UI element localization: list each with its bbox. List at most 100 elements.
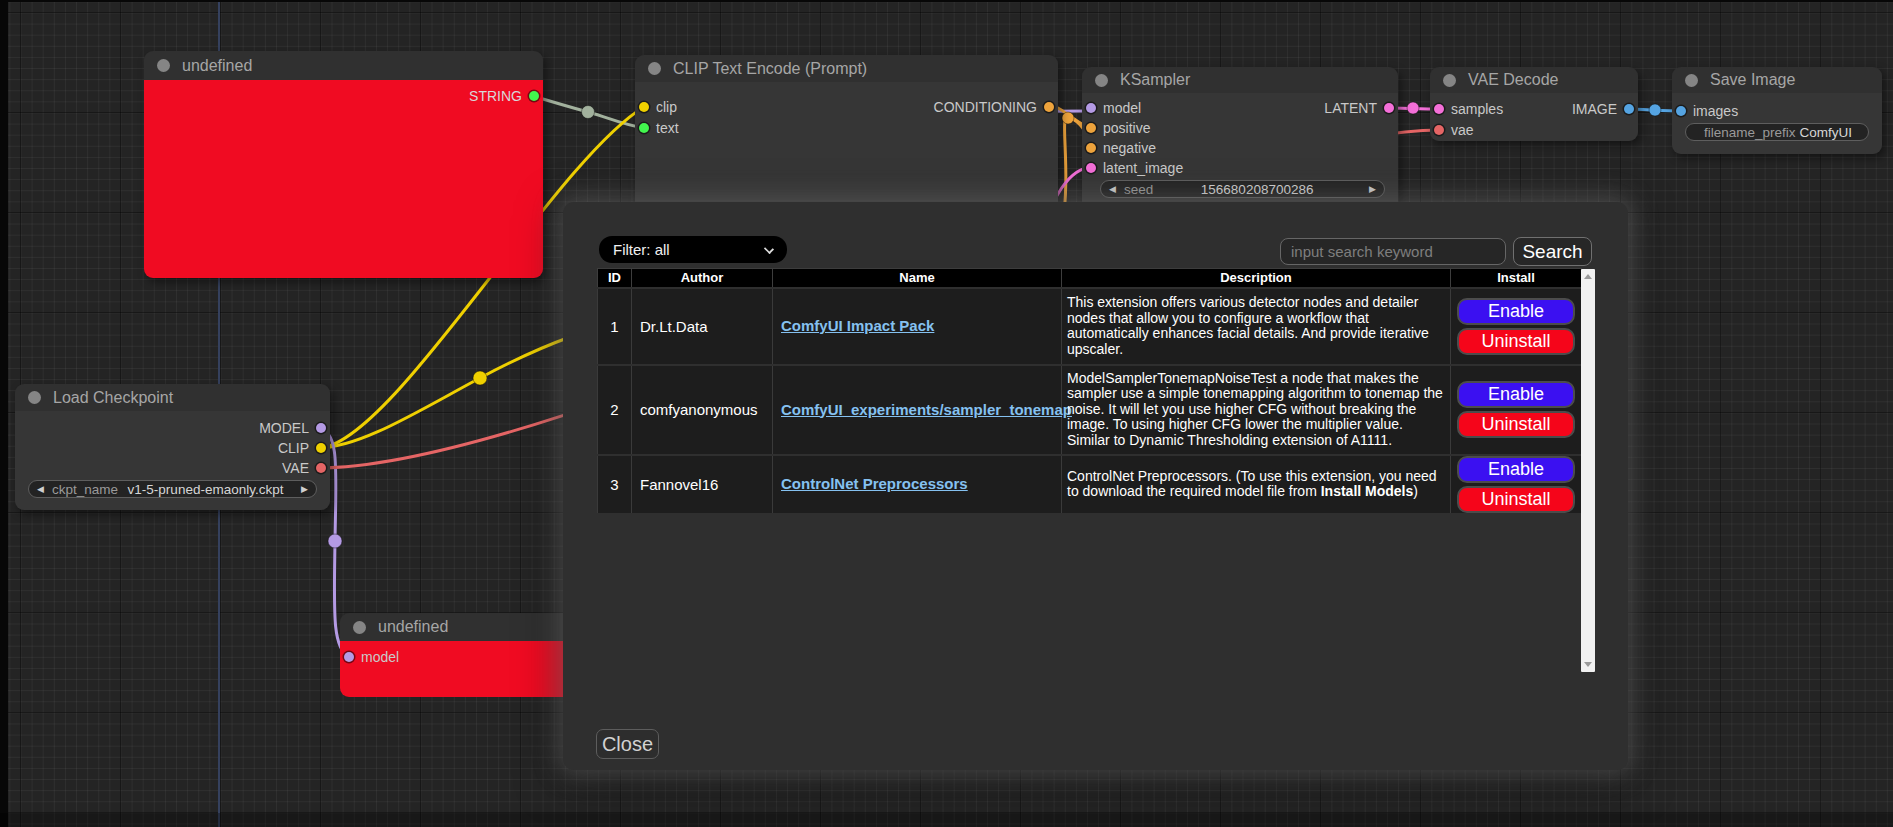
- cell-install: Enable Uninstall: [1451, 455, 1582, 514]
- port-dot[interactable]: [639, 123, 649, 133]
- port-label: VAE: [282, 460, 309, 476]
- enable-button[interactable]: Enable: [1457, 456, 1575, 483]
- output-port-image[interactable]: IMAGE: [1565, 101, 1634, 117]
- port-dot[interactable]: [1086, 143, 1096, 153]
- port-dot[interactable]: [316, 443, 326, 453]
- node-title: CLIP Text Encode (Prompt): [673, 60, 867, 78]
- output-port-model[interactable]: MODEL: [252, 420, 326, 436]
- seed-widget[interactable]: ◀ seed 156680208700286 ▶: [1100, 180, 1385, 198]
- port-dot[interactable]: [1086, 123, 1096, 133]
- port-dot[interactable]: [1676, 106, 1686, 116]
- port-dot[interactable]: [316, 423, 326, 433]
- enable-button[interactable]: Enable: [1457, 381, 1575, 408]
- node-titlebar: Save Image: [1672, 67, 1882, 93]
- port-dot[interactable]: [1434, 125, 1444, 135]
- close-button[interactable]: Close: [596, 729, 659, 759]
- input-port-text[interactable]: text: [639, 120, 686, 136]
- output-port-string[interactable]: STRING: [462, 88, 539, 104]
- cell-author: Fannovel16: [632, 455, 773, 514]
- input-port-vae[interactable]: vae: [1434, 122, 1481, 138]
- widget-value: v1-5-pruned-emaonly.ckpt: [118, 482, 293, 497]
- cell-description: ControlNet Preprocessors. (To use this e…: [1062, 455, 1451, 514]
- reroute-dot-latent: [1407, 102, 1419, 114]
- decrement-arrow-icon[interactable]: ◀: [29, 484, 52, 494]
- reroute-dot-clip: [473, 371, 487, 385]
- increment-arrow-icon[interactable]: ▶: [1361, 184, 1384, 194]
- canvas-bottom-edge: [0, 813, 1893, 827]
- decrement-arrow-icon[interactable]: ◀: [1101, 184, 1124, 194]
- node-collapse-dot[interactable]: [1685, 74, 1698, 87]
- widget-value: ComfyUI: [1796, 125, 1868, 140]
- increment-arrow-icon[interactable]: ▶: [293, 484, 316, 494]
- canvas-left-edge: [0, 0, 8, 827]
- node-load-checkpoint[interactable]: Load Checkpoint MODEL CLIP VAE ◀ ckpt_na…: [15, 384, 330, 510]
- cell-author: Dr.Lt.Data: [632, 288, 773, 365]
- node-collapse-dot[interactable]: [1095, 74, 1108, 87]
- node-undefined-top[interactable]: undefined STRING: [144, 51, 543, 278]
- scroll-up-icon[interactable]: [1584, 274, 1592, 279]
- node-clip-text-encode[interactable]: CLIP Text Encode (Prompt) clip text COND…: [635, 55, 1058, 225]
- port-label: clip: [656, 99, 677, 115]
- node-collapse-dot[interactable]: [157, 59, 170, 72]
- enable-button[interactable]: Enable: [1457, 298, 1575, 325]
- output-port-latent[interactable]: LATENT: [1317, 100, 1394, 116]
- node-title: Save Image: [1710, 71, 1795, 89]
- input-port-model[interactable]: model: [344, 649, 406, 665]
- port-dot[interactable]: [1044, 102, 1054, 112]
- port-dot[interactable]: [1086, 163, 1096, 173]
- port-label: negative: [1103, 140, 1156, 156]
- port-label: STRING: [469, 88, 522, 104]
- filename-prefix-widget[interactable]: filename_prefix ComfyUI: [1685, 123, 1869, 141]
- node-collapse-dot[interactable]: [28, 391, 41, 404]
- port-label: CONDITIONING: [934, 99, 1037, 115]
- header-description: Description: [1062, 269, 1451, 288]
- output-port-vae[interactable]: VAE: [275, 460, 326, 476]
- input-port-images[interactable]: images: [1676, 103, 1745, 119]
- node-save-image[interactable]: Save Image images filename_prefix ComfyU…: [1672, 67, 1882, 154]
- port-dot[interactable]: [1384, 103, 1394, 113]
- uninstall-button[interactable]: Uninstall: [1457, 328, 1575, 355]
- scroll-down-icon[interactable]: [1584, 662, 1592, 667]
- input-port-samples[interactable]: samples: [1434, 101, 1510, 117]
- table-scrollbar[interactable]: [1581, 269, 1595, 672]
- uninstall-button[interactable]: Uninstall: [1457, 486, 1575, 513]
- output-port-conditioning[interactable]: CONDITIONING: [927, 99, 1054, 115]
- node-collapse-dot[interactable]: [1443, 74, 1456, 87]
- cell-description: This extension offers various detector n…: [1062, 288, 1451, 365]
- extension-link[interactable]: ComfyUI Impact Pack: [781, 317, 934, 334]
- node-titlebar: CLIP Text Encode (Prompt): [635, 55, 1058, 82]
- search-button[interactable]: Search: [1513, 237, 1592, 266]
- input-port-latent-image[interactable]: latent_image: [1086, 160, 1190, 176]
- input-port-clip[interactable]: clip: [639, 99, 684, 115]
- filter-select[interactable]: Filter: all: [599, 236, 787, 263]
- port-dot[interactable]: [1434, 104, 1444, 114]
- input-port-positive[interactable]: positive: [1086, 120, 1157, 136]
- canvas-top-edge: [0, 0, 1893, 2]
- node-collapse-dot[interactable]: [353, 621, 366, 634]
- chevron-down-icon: [764, 244, 774, 254]
- search-input[interactable]: [1280, 238, 1506, 265]
- node-vae-decode[interactable]: VAE Decode samples vae IMAGE: [1430, 67, 1638, 141]
- port-dot[interactable]: [639, 102, 649, 112]
- input-port-negative[interactable]: negative: [1086, 140, 1163, 156]
- port-dot[interactable]: [1086, 103, 1096, 113]
- port-dot[interactable]: [529, 91, 539, 101]
- extension-link[interactable]: ComfyUI_experiments/sampler_tonemap: [781, 401, 1072, 418]
- port-dot[interactable]: [344, 652, 354, 662]
- widget-value: 156680208700286: [1153, 182, 1361, 197]
- output-port-clip[interactable]: CLIP: [271, 440, 326, 456]
- node-collapse-dot[interactable]: [648, 62, 661, 75]
- node-graph-canvas[interactable]: undefined STRING CLIP Text Encode (Promp…: [0, 0, 1893, 827]
- node-undefined-bottom[interactable]: undefined model: [340, 613, 580, 697]
- input-port-model[interactable]: model: [1086, 100, 1148, 116]
- uninstall-button[interactable]: Uninstall: [1457, 411, 1575, 438]
- cell-name: ComfyUI Impact Pack: [773, 288, 1062, 365]
- node-ksampler[interactable]: KSampler model positive negative latent_…: [1082, 67, 1398, 212]
- port-dot[interactable]: [316, 463, 326, 473]
- extension-link[interactable]: ControlNet Preprocessors: [781, 475, 968, 492]
- ckpt-name-widget[interactable]: ◀ ckpt_name v1-5-pruned-emaonly.ckpt ▶: [28, 480, 317, 498]
- port-dot[interactable]: [1624, 104, 1634, 114]
- node-titlebar: undefined: [340, 613, 580, 641]
- node-titlebar: Load Checkpoint: [15, 384, 330, 411]
- extension-table-container[interactable]: ID Author Name Description Install 1 Dr.…: [597, 268, 1595, 672]
